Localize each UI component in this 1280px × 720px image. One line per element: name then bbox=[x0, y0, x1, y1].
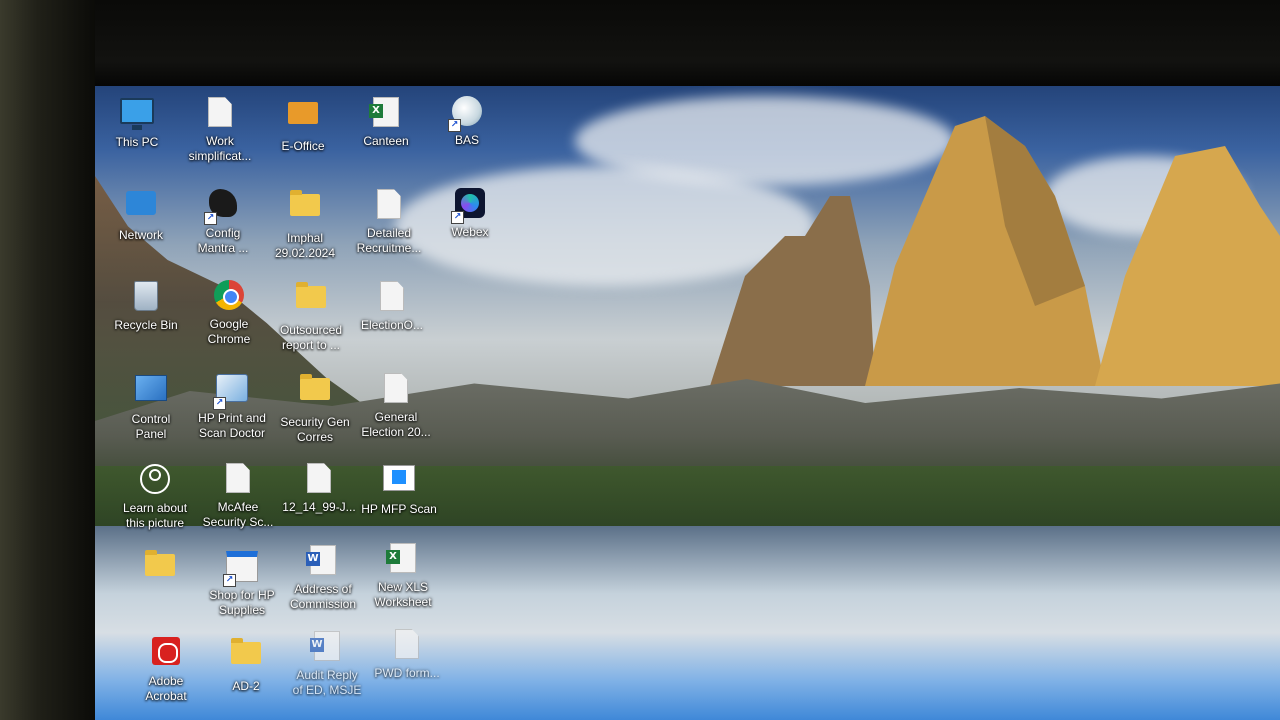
hp-print-icon: ↗ bbox=[213, 374, 249, 410]
desktop-icon-google-chrome[interactable]: Google Chrome bbox=[184, 278, 274, 347]
desktop-icon-pwd-form[interactable]: PWD form... bbox=[362, 626, 452, 681]
desktop-icon-e-office[interactable]: E-Office bbox=[258, 94, 348, 154]
folder-icon bbox=[286, 102, 320, 136]
recycle-bin-icon bbox=[129, 281, 163, 315]
desktop-icon-ad-2[interactable]: AD-2 bbox=[201, 634, 291, 694]
desktop-icon-file-12-14-99[interactable]: 12_14_99-J... bbox=[274, 460, 364, 515]
desktop-icon-imphal[interactable]: Imphal 29.02.2024 bbox=[260, 186, 350, 261]
icon-label: Security Gen Corres bbox=[280, 415, 350, 444]
excel-icon bbox=[386, 543, 420, 577]
icon-label: Detailed Recruitme... bbox=[356, 226, 422, 255]
desktop-icon-adobe-acrobat[interactable]: Adobe Acrobat bbox=[121, 634, 211, 704]
desktop-icon-recycle-bin[interactable]: Recycle Bin bbox=[101, 278, 191, 333]
icon-label: Learn about this picture bbox=[122, 501, 188, 530]
icon-label: General Election 20... bbox=[361, 410, 431, 439]
icon-label: Address of Commission bbox=[289, 582, 356, 611]
document-icon bbox=[221, 463, 255, 497]
desktop-icon-election-o[interactable]: ElectionO... bbox=[347, 278, 437, 333]
chrome-icon bbox=[212, 280, 246, 314]
desktop-icon-audit-reply[interactable]: Audit Reply of ED, MSJE bbox=[282, 628, 372, 698]
shop-icon: ↗ bbox=[223, 551, 259, 587]
document-icon bbox=[372, 189, 406, 223]
monitor-bezel-left bbox=[0, 0, 95, 720]
icon-label: HP MFP Scan bbox=[361, 502, 437, 516]
control-panel-icon bbox=[134, 375, 168, 409]
bas-icon: ↗ bbox=[448, 96, 484, 132]
desktop-icon-webex[interactable]: ↗ Webex bbox=[425, 186, 515, 240]
icon-label: ElectionO... bbox=[360, 318, 424, 332]
shortcut-arrow-icon: ↗ bbox=[448, 119, 461, 132]
word-icon bbox=[306, 545, 340, 579]
desktop-icon-control-panel[interactable]: Control Panel bbox=[106, 370, 196, 442]
desktop-icon-network[interactable]: Network bbox=[96, 186, 186, 243]
icon-label: New XLS Worksheet bbox=[374, 580, 432, 609]
icon-label: Network bbox=[118, 228, 163, 242]
document-icon bbox=[375, 281, 409, 315]
desktop-icon-security-gen-corres[interactable]: Security Gen Corres bbox=[270, 370, 360, 445]
desktop-screen: This PC Work simplificat... E-Office Can… bbox=[95, 86, 1280, 720]
folder-icon bbox=[143, 550, 177, 588]
desktop-icon-general-election[interactable]: General Election 20... bbox=[351, 370, 441, 440]
desktop-icon-learn-about-picture[interactable]: Learn about this picture bbox=[110, 460, 200, 531]
folder-icon bbox=[298, 374, 332, 412]
icon-label: This PC bbox=[115, 135, 159, 149]
icon-label: Adobe Acrobat bbox=[145, 674, 187, 703]
icon-label: E-Office bbox=[281, 139, 325, 153]
icon-label: Recycle Bin bbox=[114, 318, 178, 332]
shortcut-arrow-icon: ↗ bbox=[223, 574, 236, 587]
document-icon bbox=[390, 629, 424, 663]
icon-label: HP Print and Scan Doctor bbox=[198, 411, 266, 440]
shortcut-arrow-icon: ↗ bbox=[213, 397, 226, 410]
shortcut-arrow-icon: ↗ bbox=[204, 212, 217, 225]
desktop-icon-hp-print-scan-doctor[interactable]: ↗ HP Print and Scan Doctor bbox=[187, 370, 277, 441]
icon-label: PWD form... bbox=[374, 666, 440, 680]
camera-info-icon bbox=[138, 464, 172, 498]
desktop-icon-this-pc[interactable]: This PC bbox=[95, 94, 182, 150]
document-icon bbox=[203, 97, 237, 131]
desktop-icon-outsourced-report[interactable]: Outsourced report to ... bbox=[266, 278, 356, 353]
icon-label: AD-2 bbox=[232, 679, 260, 693]
shortcut-arrow-icon: ↗ bbox=[451, 211, 464, 224]
word-icon bbox=[310, 631, 344, 665]
desktop-icon-bas[interactable]: ↗ BAS bbox=[422, 94, 512, 148]
desktop-icon-new-xls-worksheet[interactable]: New XLS Worksheet bbox=[358, 540, 448, 610]
desktop-icon-config-mantra[interactable]: ↗ Config Mantra ... bbox=[178, 186, 268, 256]
desktop-icon-work[interactable]: Work simplificat... bbox=[175, 94, 265, 164]
desktop-icon-folder-unnamed[interactable] bbox=[115, 546, 205, 591]
excel-icon bbox=[369, 97, 403, 131]
icon-label: Canteen bbox=[363, 134, 409, 148]
icon-label: Outsourced report to ... bbox=[279, 323, 343, 352]
pdf-icon bbox=[149, 637, 183, 671]
icon-label: 12_14_99-J... bbox=[282, 500, 356, 514]
hp-scan-icon bbox=[382, 465, 416, 499]
desktop-icon-shop-for-hp-supplies[interactable]: ↗ Shop for HP Supplies bbox=[197, 546, 287, 618]
icon-label: Webex bbox=[451, 225, 489, 239]
desktop-icon-hp-mfp-scan[interactable]: HP MFP Scan bbox=[354, 460, 444, 517]
icon-label: Imphal 29.02.2024 bbox=[274, 231, 336, 260]
config-icon: ↗ bbox=[204, 189, 240, 225]
webex-icon: ↗ bbox=[451, 188, 487, 224]
document-icon bbox=[379, 373, 413, 407]
desktop-icon-canteen[interactable]: Canteen bbox=[341, 94, 431, 149]
icon-label: Google Chrome bbox=[207, 317, 251, 346]
icon-label: Shop for HP Supplies bbox=[209, 588, 275, 617]
desktop-icon-mcafee[interactable]: McAfee Security Sc... bbox=[193, 460, 283, 530]
icon-label: Work simplificat... bbox=[188, 134, 252, 163]
network-icon bbox=[124, 191, 158, 225]
desktop-icon-detailed-recruitment[interactable]: Detailed Recruitme... bbox=[344, 186, 434, 256]
document-icon bbox=[302, 463, 336, 497]
icon-label: Control Panel bbox=[131, 412, 171, 441]
folder-icon bbox=[288, 190, 322, 228]
monitor-bezel-top bbox=[0, 0, 1280, 88]
icon-label: BAS bbox=[454, 133, 479, 147]
icon-label: Config Mantra ... bbox=[197, 226, 249, 255]
desktop-icon-address-of-commission[interactable]: Address of Commission bbox=[278, 542, 368, 612]
monitor-icon bbox=[120, 98, 154, 132]
icon-label: McAfee Security Sc... bbox=[202, 500, 274, 529]
icon-label: Audit Reply of ED, MSJE bbox=[292, 668, 362, 697]
folder-icon bbox=[294, 282, 328, 320]
folder-icon bbox=[229, 638, 263, 676]
